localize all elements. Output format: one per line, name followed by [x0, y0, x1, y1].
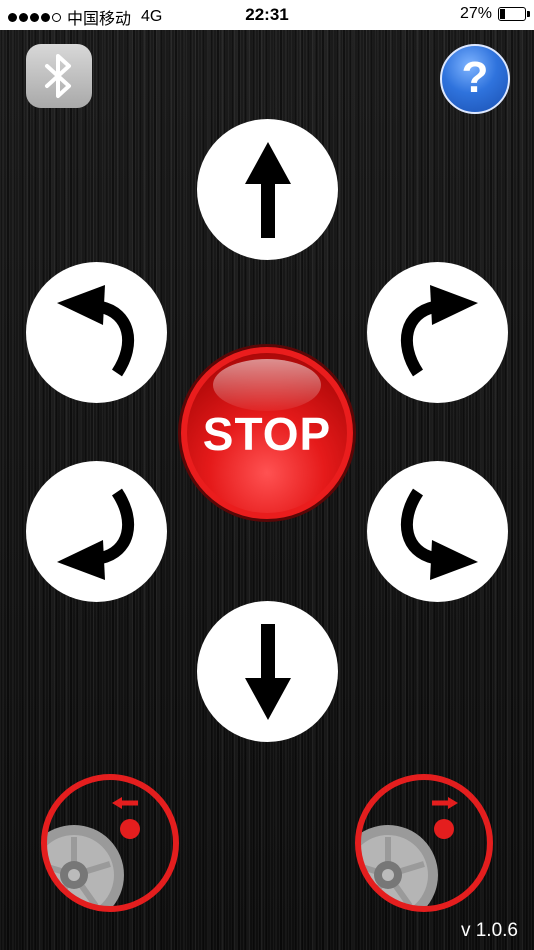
curved-arrow-backward-right-icon — [400, 488, 478, 580]
curved-arrow-forward-left-icon — [56, 284, 134, 376]
stop-label: STOP — [202, 408, 332, 460]
backward-button[interactable] — [197, 601, 338, 742]
arrow-up-icon — [244, 141, 291, 238]
forward-button[interactable] — [197, 119, 338, 260]
wheel-reverse-icon — [41, 774, 179, 912]
version-label: v 1.0.6 — [460, 920, 518, 941]
arrow-down-icon — [244, 623, 291, 720]
help-icon: ? — [461, 52, 489, 102]
right-wheel-button[interactable] — [352, 771, 496, 915]
battery-percent: 27% — [459, 5, 492, 22]
clock: 22:31 — [245, 5, 289, 24]
status-right: 27% — [459, 5, 530, 23]
curved-arrow-forward-right-icon — [400, 284, 478, 376]
stop-button[interactable]: STOP — [181, 347, 353, 519]
curved-arrow-backward-left-icon — [56, 488, 134, 580]
backward-right-button[interactable] — [367, 461, 508, 602]
forward-right-button[interactable] — [367, 262, 508, 403]
battery-level — [500, 9, 506, 19]
bluetooth-button[interactable] — [26, 44, 92, 108]
help-button[interactable]: ? — [440, 44, 510, 114]
status-bar: 中国移动 4G 22:31 27% — [0, 0, 534, 30]
backward-left-button[interactable] — [26, 461, 167, 602]
battery-icon — [498, 7, 530, 21]
left-wheel-button[interactable] — [38, 771, 182, 915]
battery-tip — [527, 11, 530, 17]
forward-left-button[interactable] — [26, 262, 167, 403]
wheel-forward-icon — [355, 774, 493, 912]
stop-button-gloss — [213, 359, 321, 411]
bluetooth-icon — [45, 54, 71, 98]
